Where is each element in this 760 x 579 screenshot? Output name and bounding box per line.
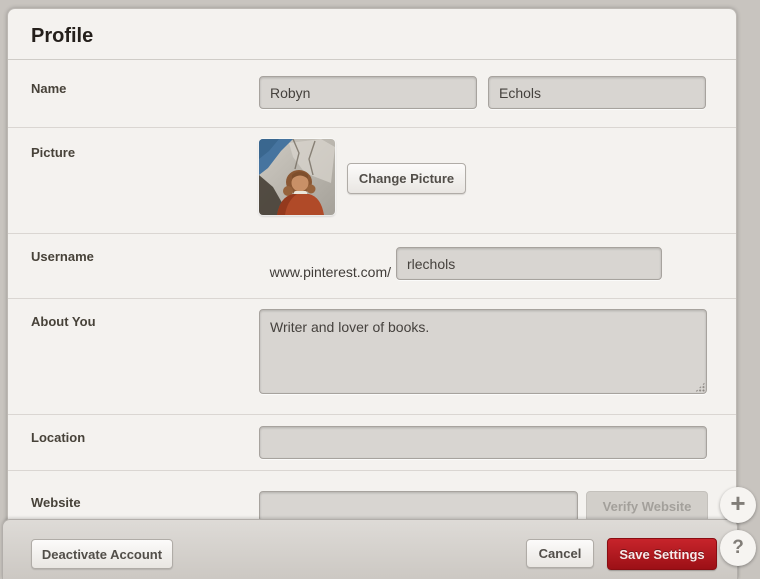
- divider: [8, 470, 736, 471]
- change-picture-button[interactable]: Change Picture: [347, 163, 466, 194]
- divider: [8, 59, 736, 60]
- profile-picture: [259, 139, 335, 215]
- divider: [8, 127, 736, 128]
- question-icon: ?: [732, 537, 744, 558]
- picture-label: Picture: [31, 145, 76, 160]
- profile-settings-panel: Profile Name Picture: [7, 8, 737, 579]
- about-you-textarea[interactable]: Writer and lover of books.: [259, 309, 707, 394]
- username-url-prefix: www.pinterest.com/: [269, 264, 391, 280]
- divider: [8, 233, 736, 234]
- username-input[interactable]: [396, 247, 662, 280]
- footer-bar: Deactivate Account Cancel Save Settings: [2, 519, 738, 579]
- verify-website-button[interactable]: Verify Website: [586, 491, 708, 522]
- location-label: Location: [31, 430, 86, 445]
- add-button[interactable]: +: [720, 487, 756, 523]
- name-label: Name: [31, 81, 67, 96]
- first-name-input[interactable]: [259, 76, 477, 109]
- divider: [8, 414, 736, 415]
- divider: [8, 298, 736, 299]
- last-name-input[interactable]: [488, 76, 706, 109]
- deactivate-account-button[interactable]: Deactivate Account: [31, 539, 173, 569]
- save-settings-button[interactable]: Save Settings: [607, 538, 717, 570]
- location-input[interactable]: [259, 426, 707, 459]
- username-label: Username: [31, 249, 94, 264]
- help-button[interactable]: ?: [720, 530, 756, 566]
- website-input[interactable]: [259, 491, 578, 522]
- plus-icon: +: [730, 488, 746, 518]
- cancel-button[interactable]: Cancel: [526, 539, 594, 568]
- profile-picture-image: [259, 139, 335, 215]
- about-you-label: About You: [31, 314, 96, 329]
- page-title: Profile: [31, 25, 94, 47]
- page-background: { "header": { "title": "Profile" }, "fie…: [0, 0, 760, 579]
- website-label: Website: [31, 495, 81, 510]
